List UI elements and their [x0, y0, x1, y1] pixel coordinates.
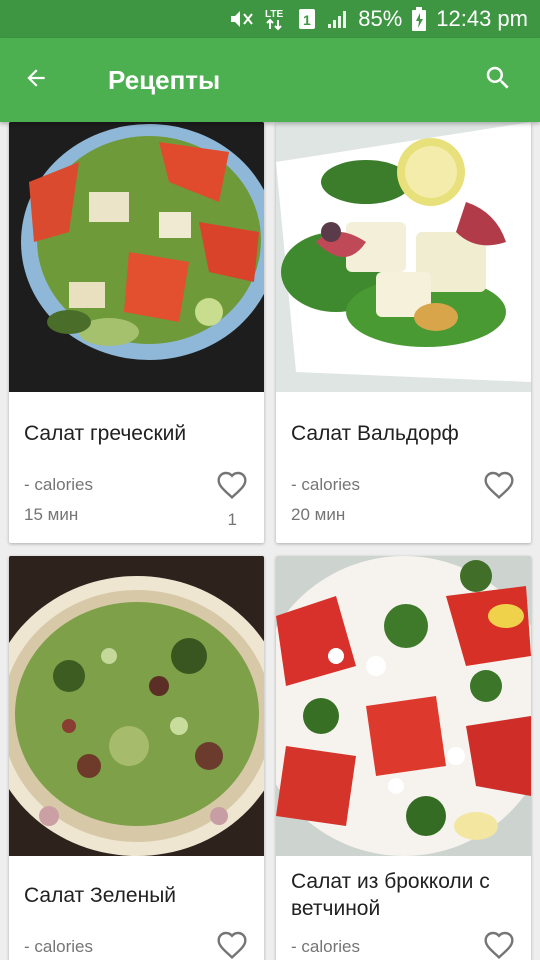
recipe-photo	[9, 122, 264, 392]
status-bar: LTE 1 85% 12:43 pm	[0, 0, 540, 38]
recipe-calories: - calories	[24, 475, 93, 494]
heart-outline-icon	[216, 470, 248, 505]
heart-outline-icon	[483, 470, 515, 505]
recipe-title: Салат из брокколи с ветчиной	[291, 870, 490, 920]
search-icon	[483, 63, 513, 98]
recipe-photo	[9, 556, 264, 856]
lte-icon: LTE	[264, 7, 288, 31]
favorite-button[interactable]	[216, 930, 248, 960]
svg-text:LTE: LTE	[265, 9, 283, 20]
recipe-time: 15 мин	[24, 505, 79, 524]
recipe-grid: Салат греческий - calories 15 мин 1 Сала…	[0, 122, 540, 960]
favorite-button[interactable]	[216, 470, 248, 505]
recipe-title: Салат греческий	[24, 422, 187, 445]
heart-outline-icon	[216, 930, 248, 960]
recipe-photo	[276, 556, 531, 856]
app-bar: Рецепты	[0, 38, 540, 122]
svg-text:1: 1	[303, 12, 311, 28]
recipe-card-broccoli[interactable]: Салат из брокколи с ветчиной - calories	[276, 556, 531, 960]
page-title: Рецепты	[108, 64, 221, 95]
recipe-calories: - calories	[291, 937, 360, 956]
recipe-photo	[276, 122, 531, 392]
heart-outline-icon	[483, 930, 515, 960]
favorite-button[interactable]	[483, 930, 515, 960]
clock: 12:43 pm	[436, 6, 528, 31]
favorite-button[interactable]	[483, 470, 515, 505]
favorite-count: 1	[227, 510, 237, 529]
recipe-calories: - calories	[291, 475, 360, 494]
sim-1-icon: 1	[298, 8, 316, 30]
recipe-calories: - calories	[24, 937, 93, 956]
recipe-time: 20 мин	[291, 505, 346, 524]
search-button[interactable]	[456, 38, 540, 122]
recipe-title: Салат Вальдорф	[291, 422, 459, 445]
recipe-card-green[interactable]: Салат Зеленый - calories	[9, 556, 264, 960]
battery-percent: 85%	[358, 6, 403, 31]
mute-icon	[228, 8, 254, 30]
recipe-card-waldorf[interactable]: Салат Вальдорф - calories 20 мин	[276, 122, 531, 543]
battery-charging-icon	[412, 7, 427, 31]
recipe-title: Салат Зеленый	[24, 884, 177, 907]
signal-icon	[326, 8, 348, 30]
arrow-back-icon	[23, 65, 49, 96]
back-button[interactable]	[0, 38, 72, 122]
recipe-card-greek[interactable]: Салат греческий - calories 15 мин 1	[9, 122, 264, 543]
